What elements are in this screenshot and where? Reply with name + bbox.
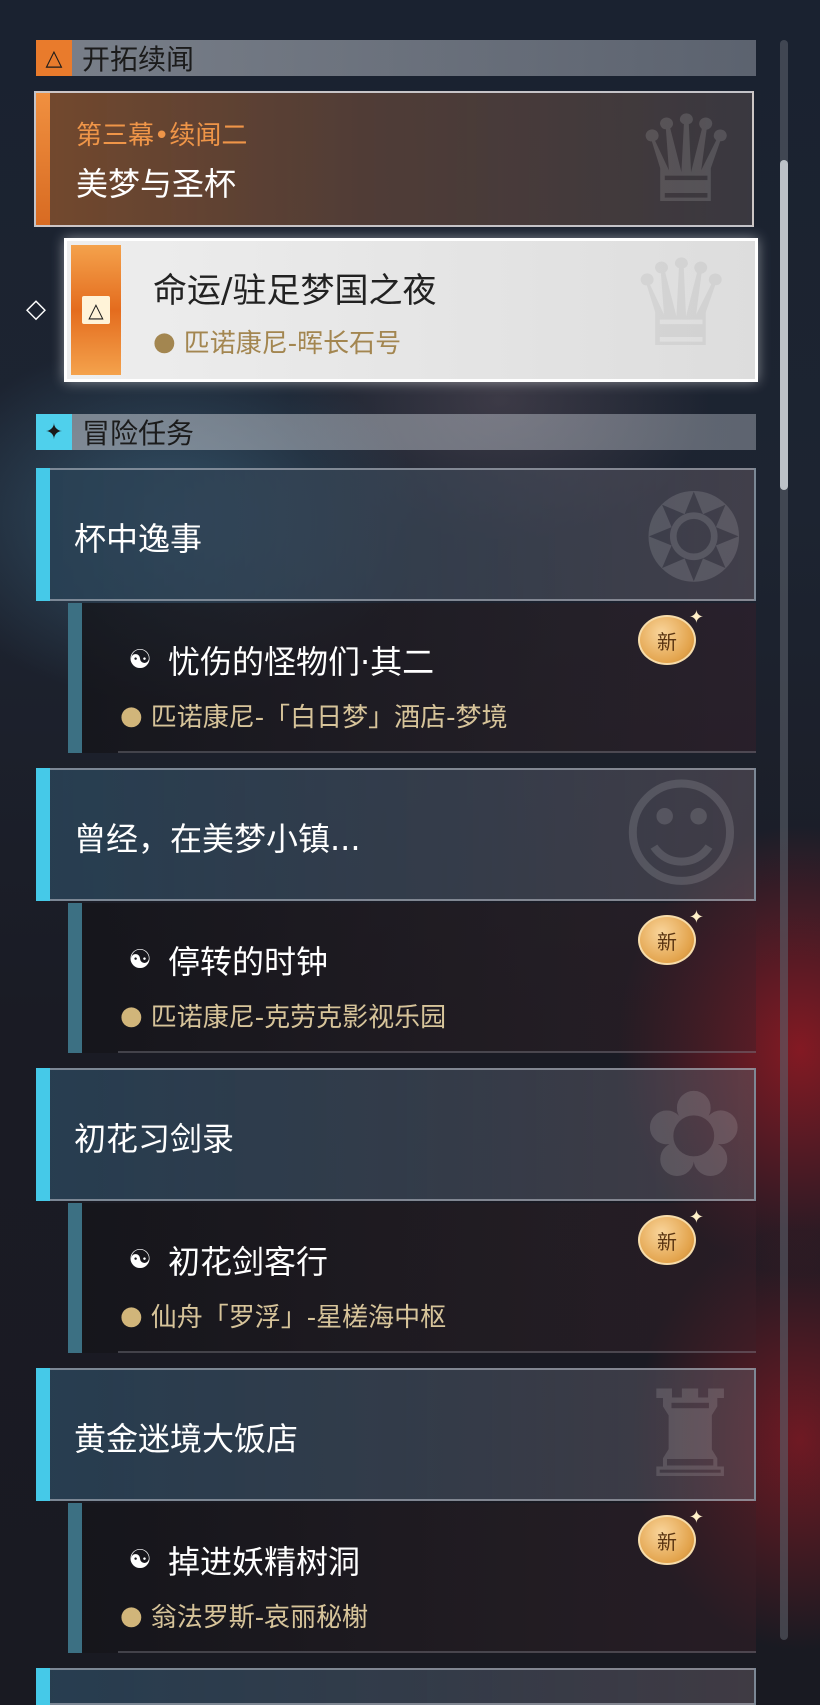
event-header[interactable]: ♜ 黄金迷境大饭店: [36, 1368, 756, 1501]
active-quest-card[interactable]: △ ♛ 命运/驻足梦国之夜 ● 匹诺康尼-晖长石号: [64, 238, 758, 382]
quest-title: ☯ 忧伤的怪物们·其二: [120, 637, 434, 683]
event-emblem-icon: ☺: [618, 766, 744, 905]
event-header[interactable]: ✿ 初花习剑录: [36, 1068, 756, 1201]
event-name: 黄金迷境大饭店: [74, 1420, 299, 1458]
quest-location: ● 仙舟「罗浮」-星槎海中枢: [120, 1300, 447, 1334]
quest-title: ☯ 初花剑客行: [120, 1237, 328, 1283]
quest-bar: [68, 1203, 82, 1353]
location-pin-icon: ●: [120, 1300, 143, 1331]
event-header[interactable]: [36, 1668, 756, 1705]
sparkle-icon: ✦: [36, 414, 72, 450]
event-name: 初花习剑录: [74, 1120, 235, 1158]
event-accent-stripe: [36, 1368, 50, 1501]
quest-badge: △: [71, 245, 121, 375]
chalice-emblem-icon: ♛: [632, 91, 740, 230]
event-accent-stripe: [36, 1668, 50, 1705]
quest-title: ☯ 掉进妖精树洞: [120, 1537, 360, 1583]
divider: [118, 1651, 756, 1653]
triangle-icon: △: [82, 296, 110, 324]
quest-title: ☯ 停转的时钟: [120, 937, 328, 983]
divider: [118, 1351, 756, 1353]
story-title: 美梦与圣杯: [76, 165, 237, 203]
chalice-emblem-icon: ♛: [627, 235, 735, 374]
quest-bar: [68, 603, 82, 753]
trailblaze-section-header: △ 开拓续闻: [36, 40, 756, 76]
quest-type-icon: ☯: [128, 645, 152, 675]
divider: [118, 751, 756, 753]
quest-item[interactable]: ☯ 忧伤的怪物们·其二 ● 匹诺康尼-「白日梦」酒店-梦境 新: [68, 603, 756, 753]
event-emblem-icon: ❂: [643, 470, 744, 609]
new-badge: 新: [638, 1507, 704, 1565]
active-quest-title: 命运/驻足梦国之夜: [153, 271, 437, 311]
quest-location: ● 翁法罗斯-哀丽秘榭: [120, 1600, 369, 1634]
quest-type-icon: ☯: [128, 1545, 152, 1575]
quest-location: ● 匹诺康尼-「白日梦」酒店-梦境: [120, 700, 508, 734]
event-header[interactable]: ❂ 杯中逸事: [36, 468, 756, 601]
location-pin-icon: ●: [153, 326, 176, 357]
quest-item[interactable]: ☯ 停转的时钟 ● 匹诺康尼-克劳克影视乐园 新: [68, 903, 756, 1053]
quest-item[interactable]: ☯ 初花剑客行 ● 仙舟「罗浮」-星槎海中枢 新: [68, 1203, 756, 1353]
event-name: 杯中逸事: [74, 520, 203, 558]
story-card[interactable]: ♛ 第三幕•续闻二 美梦与圣杯: [34, 91, 754, 227]
active-quest-location: ● 匹诺康尼-晖长石号: [153, 326, 402, 360]
quest-bar: [68, 903, 82, 1053]
event-name: 曾经，在美梦小镇...: [74, 820, 361, 858]
divider: [118, 1051, 756, 1053]
event-accent-stripe: [36, 1068, 50, 1201]
quest-location: ● 匹诺康尼-克劳克影视乐园: [120, 1000, 447, 1034]
event-emblem-icon: ✿: [643, 1066, 744, 1205]
adventure-section-header: ✦ 冒险任务: [36, 414, 756, 450]
new-badge: 新: [638, 607, 704, 665]
quest-item[interactable]: ☯ 掉进妖精树洞 ● 翁法罗斯-哀丽秘榭 新: [68, 1503, 756, 1653]
triangle-icon: △: [36, 40, 72, 76]
new-badge: 新: [638, 1207, 704, 1265]
story-subtitle: 第三幕•续闻二: [76, 121, 248, 151]
diamond-pointer-icon: ◇: [26, 294, 46, 324]
quest-bar: [68, 1503, 82, 1653]
quest-type-icon: ☯: [128, 1245, 152, 1275]
event-accent-stripe: [36, 468, 50, 601]
story-accent-stripe: [36, 93, 50, 225]
quest-type-icon: ☯: [128, 945, 152, 975]
location-pin-icon: ●: [120, 700, 143, 731]
location-pin-icon: ●: [120, 1000, 143, 1031]
new-badge: 新: [638, 907, 704, 965]
location-pin-icon: ●: [120, 1600, 143, 1631]
section-title: 开拓续闻: [82, 43, 195, 76]
scrollbar-thumb[interactable]: [780, 160, 788, 490]
event-emblem-icon: ♜: [636, 1366, 744, 1505]
event-header[interactable]: ☺ 曾经，在美梦小镇...: [36, 768, 756, 901]
event-accent-stripe: [36, 768, 50, 901]
section-title: 冒险任务: [82, 417, 195, 450]
